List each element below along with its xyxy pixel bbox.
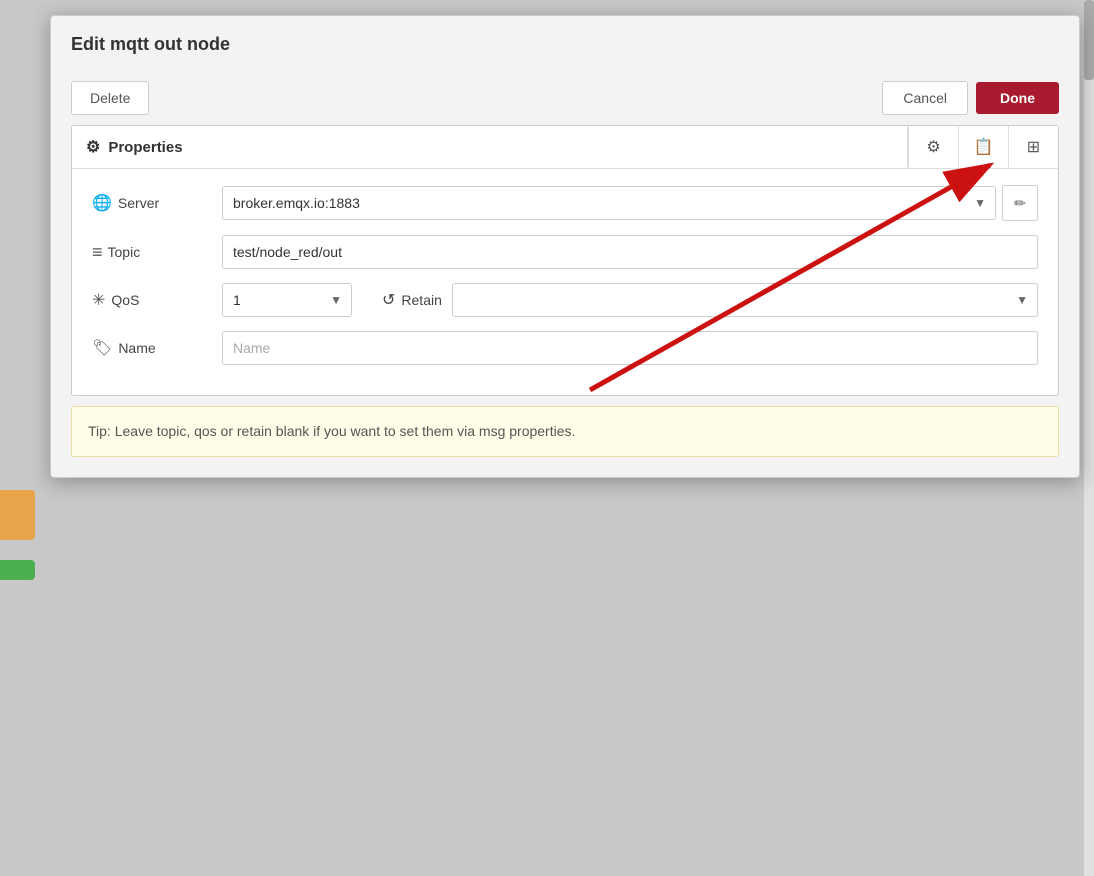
properties-settings-button[interactable]: ⚙ bbox=[908, 126, 958, 168]
tip-box: Tip: Leave topic, qos or retain blank if… bbox=[71, 406, 1059, 457]
dialog-title: Edit mqtt out node bbox=[51, 16, 1079, 71]
properties-title-area: ⚙ Properties bbox=[72, 127, 908, 167]
retain-select-wrapper: true false ▼ bbox=[452, 283, 1038, 317]
retain-select[interactable]: true false bbox=[452, 283, 1038, 317]
dialog-toolbar: Delete Cancel Done bbox=[51, 71, 1079, 125]
server-icon: 🌐 bbox=[92, 193, 112, 213]
server-select[interactable]: broker.emqx.io:1883 bbox=[222, 186, 996, 220]
qos-select-wrapper: 1 0 2 ▼ bbox=[222, 283, 352, 317]
topic-label: ≡ Topic bbox=[92, 242, 212, 263]
topic-label-text: Topic bbox=[108, 244, 141, 260]
properties-header: ⚙ Properties ⚙ 📋 ⊞ bbox=[72, 126, 1058, 169]
server-input-group: broker.emqx.io:1883 ▼ ✏ bbox=[222, 185, 1038, 221]
properties-section: ⚙ Properties ⚙ 📋 ⊞ 🌐 Server b bbox=[71, 125, 1059, 396]
tip-text: Tip: Leave topic, qos or retain blank if… bbox=[88, 423, 575, 439]
qos-row: ✳ QoS 1 0 2 ▼ ↺ Retain bbox=[92, 283, 1038, 317]
cancel-button[interactable]: Cancel bbox=[882, 81, 968, 115]
dialog-title-text: Edit mqtt out node bbox=[71, 34, 230, 54]
retain-label-text: Retain bbox=[401, 292, 441, 308]
server-select-wrapper: broker.emqx.io:1883 ▼ bbox=[222, 186, 996, 220]
scrollbar-thumb[interactable] bbox=[1084, 0, 1094, 80]
retain-label-group: ↺ Retain bbox=[382, 290, 442, 310]
properties-label: Properties bbox=[108, 139, 182, 156]
qos-select[interactable]: 1 0 2 bbox=[222, 283, 352, 317]
properties-layout-button[interactable]: ⊞ bbox=[1008, 126, 1058, 168]
properties-copy-button[interactable]: 📋 bbox=[958, 126, 1008, 168]
topic-input[interactable] bbox=[222, 235, 1038, 269]
topic-row: ≡ Topic bbox=[92, 235, 1038, 269]
scrollbar[interactable] bbox=[1084, 0, 1094, 876]
name-row: 🏷 Name bbox=[92, 331, 1038, 365]
form-body: 🌐 Server broker.emqx.io:1883 ▼ ✏ ≡ bbox=[72, 169, 1058, 395]
topic-icon: ≡ bbox=[92, 242, 102, 263]
node-green bbox=[0, 560, 35, 580]
name-input[interactable] bbox=[222, 331, 1038, 365]
edit-dialog: Edit mqtt out node Delete Cancel Done ⚙ … bbox=[50, 15, 1080, 478]
name-label-text: Name bbox=[118, 340, 155, 356]
server-label-text: Server bbox=[118, 195, 159, 211]
name-icon: 🏷 bbox=[92, 338, 112, 358]
name-label: 🏷 Name bbox=[92, 338, 212, 358]
qos-icon: ✳ bbox=[92, 290, 105, 310]
server-edit-button[interactable]: ✏ bbox=[1002, 185, 1038, 221]
retain-icon: ↺ bbox=[382, 290, 395, 310]
done-button[interactable]: Done bbox=[976, 82, 1059, 114]
server-label: 🌐 Server bbox=[92, 193, 212, 213]
server-row: 🌐 Server broker.emqx.io:1883 ▼ ✏ bbox=[92, 185, 1038, 221]
properties-gear-icon: ⚙ bbox=[86, 137, 100, 157]
qos-label: ✳ QoS bbox=[92, 290, 212, 310]
properties-icons: ⚙ 📋 ⊞ bbox=[908, 126, 1058, 168]
delete-button[interactable]: Delete bbox=[71, 81, 149, 115]
qos-label-text: QoS bbox=[111, 292, 139, 308]
node-orange bbox=[0, 490, 35, 540]
toolbar-right: Cancel Done bbox=[882, 81, 1059, 115]
